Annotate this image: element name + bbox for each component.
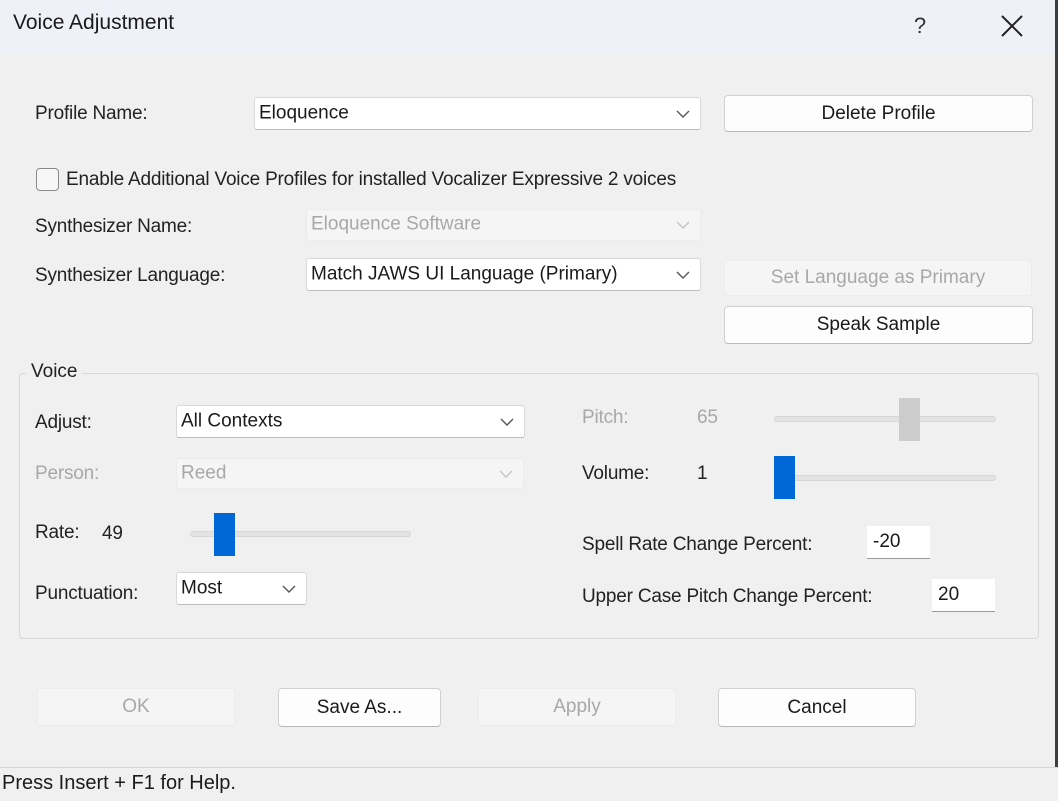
- synthesizer-language-label: Synthesizer Language:: [35, 265, 226, 286]
- volume-slider-thumb[interactable]: [774, 456, 795, 499]
- volume-label: Volume:: [582, 463, 650, 484]
- punctuation-combo[interactable]: Most: [176, 572, 307, 605]
- profile-name-combo[interactable]: Eloquence: [254, 97, 701, 130]
- pitch-slider-thumb: [899, 398, 920, 441]
- enable-profiles-label: Enable Additional Voice Profiles for ins…: [66, 169, 677, 190]
- punctuation-value: Most: [181, 577, 223, 599]
- profile-name-value: Eloquence: [259, 102, 349, 124]
- adjust-label: Adjust:: [35, 412, 92, 433]
- punctuation-label: Punctuation:: [35, 583, 139, 604]
- volume-slider-track: [774, 475, 996, 481]
- person-combo: Reed: [176, 458, 524, 489]
- delete-profile-button[interactable]: Delete Profile: [724, 95, 1033, 132]
- synthesizer-name-combo: Eloquence Software: [306, 209, 701, 241]
- synthesizer-language-combo[interactable]: Match JAWS UI Language (Primary): [306, 258, 701, 291]
- save-as-button[interactable]: Save As...: [278, 688, 441, 727]
- rate-value: 49: [102, 523, 123, 544]
- spell-rate-label: Spell Rate Change Percent:: [582, 534, 813, 555]
- rate-slider[interactable]: [190, 512, 411, 557]
- person-label: Person:: [35, 463, 100, 484]
- status-text: Press Insert + F1 for Help.: [2, 772, 236, 794]
- chevron-down-icon: [676, 221, 690, 229]
- profile-name-label: Profile Name:: [35, 103, 148, 124]
- spell-rate-input[interactable]: [867, 526, 930, 559]
- chevron-down-icon: [499, 470, 513, 478]
- cancel-button[interactable]: Cancel: [718, 688, 916, 727]
- help-button[interactable]: ?: [900, 6, 940, 46]
- enable-profiles-checkbox[interactable]: [36, 168, 59, 191]
- volume-value: 1: [697, 463, 708, 484]
- voice-group-title: Voice: [26, 361, 83, 383]
- adjust-combo[interactable]: All Contexts: [176, 405, 525, 438]
- ok-button: OK: [37, 688, 235, 726]
- window-title: Voice Adjustment: [13, 11, 175, 34]
- synthesizer-name-value: Eloquence Software: [311, 213, 482, 235]
- set-language-primary-button: Set Language as Primary: [724, 260, 1032, 296]
- person-value: Reed: [181, 462, 227, 484]
- pitch-slider: [774, 397, 996, 442]
- chevron-down-icon: [500, 418, 514, 426]
- adjust-value: All Contexts: [181, 410, 283, 432]
- pitch-label: Pitch:: [582, 407, 629, 428]
- chevron-down-icon: [676, 271, 690, 279]
- pitch-value: 65: [697, 407, 718, 428]
- close-button[interactable]: [990, 6, 1034, 46]
- chevron-down-icon: [282, 585, 296, 593]
- apply-button: Apply: [478, 688, 676, 726]
- volume-slider[interactable]: [774, 455, 996, 500]
- close-icon: [1001, 15, 1023, 37]
- rate-label: Rate:: [35, 522, 80, 543]
- upper-case-pitch-input[interactable]: [932, 579, 995, 612]
- synthesizer-name-label: Synthesizer Name:: [35, 216, 193, 237]
- upper-case-pitch-label: Upper Case Pitch Change Percent:: [582, 586, 873, 607]
- rate-slider-thumb[interactable]: [214, 513, 235, 556]
- pitch-slider-track: [774, 416, 996, 422]
- synthesizer-language-value: Match JAWS UI Language (Primary): [311, 263, 618, 285]
- chevron-down-icon: [676, 110, 690, 118]
- speak-sample-button[interactable]: Speak Sample: [724, 306, 1033, 344]
